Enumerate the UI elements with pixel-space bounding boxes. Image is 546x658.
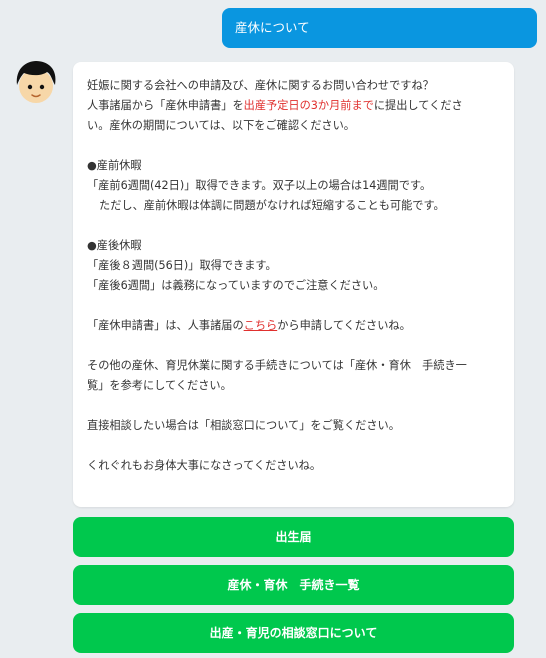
message-line: 覧」を参考にしてください。: [87, 379, 232, 392]
section-heading: ●産前休暇: [87, 159, 142, 172]
message-line: くれぐれもお身体大事になさってくださいね。: [87, 459, 322, 472]
user-message-bubble: 産休について: [222, 8, 537, 48]
message-line: その他の産休、育児休業に関する手続きについては「産休・育休 手続き一: [87, 359, 467, 372]
message-line: 「産後８週間(56日)」取得できます。: [87, 259, 277, 272]
message-line: 「産後6週間」は義務になっていますのでご注意ください。: [87, 279, 385, 292]
leave-procedures-list-button[interactable]: 産休・育休 手続き一覧: [73, 565, 514, 605]
message-line: 「産休申請書」は、人事諸届のこちらから申請してくださいね。: [87, 319, 411, 332]
consultation-desk-button[interactable]: 出産・育児の相談窓口について: [73, 613, 514, 653]
message-line: 妊娠に関する会社への申請及び、産休に関するお問い合わせですね？: [87, 79, 434, 92]
application-link[interactable]: こちら: [244, 319, 278, 332]
message-line: 人事諸届から「産休申請書」を出産予定日の3か月前までに提出してくださ: [87, 99, 463, 112]
deadline-emphasis: 出産予定日の3か月前まで: [243, 99, 374, 112]
message-line: 直接相談したい場合は「相談窓口について」をご覧ください。: [87, 419, 400, 432]
message-line: ただし、産前休暇は体調に問題がなければ短縮することも可能です。: [99, 199, 445, 212]
message-line: 「産前6週間(42日)」取得できます。双子以上の場合は14週間です。: [87, 179, 432, 192]
bot-avatar: [16, 61, 56, 103]
birth-notification-button[interactable]: 出生届: [73, 517, 514, 557]
section-heading: ●産後休暇: [87, 239, 142, 252]
bot-message-bubble: 妊娠に関する会社への申請及び、産休に関するお問い合わせですね？ 人事諸届から「産…: [73, 62, 514, 507]
message-line: い。産休の期間については、以下をご確認ください。: [87, 119, 355, 132]
